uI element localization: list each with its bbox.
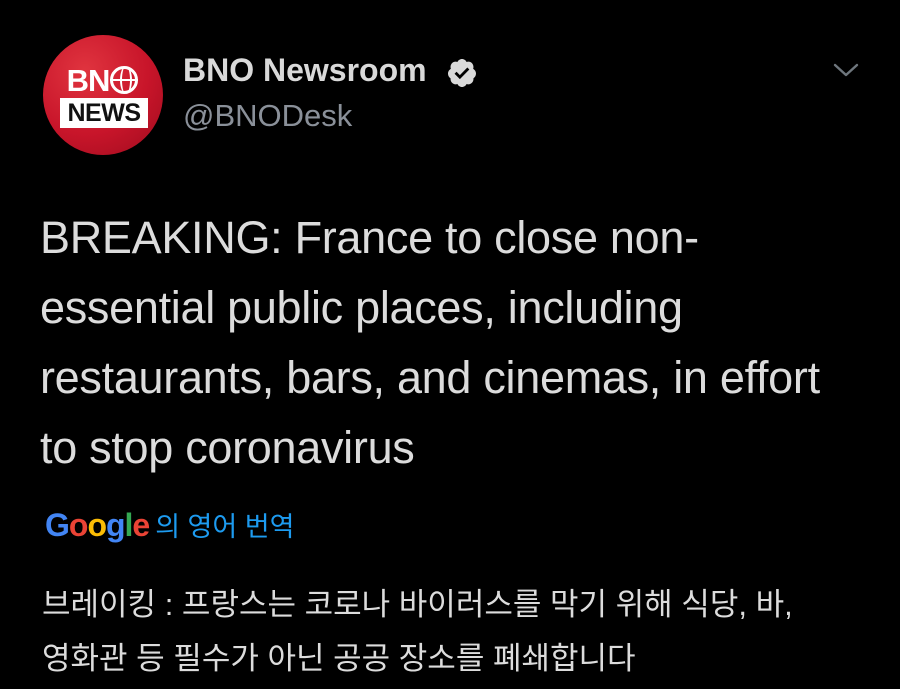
avatar-logo-bno: BN bbox=[43, 65, 163, 97]
avatar-logo-news: NEWS bbox=[60, 98, 148, 128]
tweet-text-line: to stop coronavirus bbox=[40, 422, 415, 473]
translated-text-line: 브레이킹 : 프랑스는 코로나 바이러스를 막기 위해 식당, 바, bbox=[42, 587, 793, 622]
account-handle[interactable]: @BNODesk bbox=[183, 98, 352, 134]
google-logo: Google bbox=[45, 507, 150, 543]
tweet-text-line: essential public places, including bbox=[40, 282, 683, 333]
avatar[interactable]: BN NEWS bbox=[43, 35, 163, 155]
tweet-text-line: BREAKING: France to close non- bbox=[40, 212, 699, 263]
translate-label[interactable]: 의 영어 번역 bbox=[155, 505, 294, 544]
verified-badge-icon bbox=[447, 59, 476, 87]
translated-text: 브레이킹 : 프랑스는 코로나 바이러스를 막기 위해 식당, 바, 영화관 등… bbox=[42, 578, 882, 686]
globe-icon bbox=[110, 66, 139, 94]
chevron-down-icon[interactable] bbox=[832, 60, 860, 80]
translated-text-line: 영화관 등 필수가 아닌 공공 장소를 폐쇄합니다 bbox=[42, 641, 636, 676]
tweet-text-line: restaurants, bars, and cinemas, in effor… bbox=[40, 352, 820, 403]
tweet-text: BREAKING: France to close non- essential… bbox=[40, 203, 880, 483]
translate-link[interactable]: Google 의 영어 번역 bbox=[45, 505, 294, 545]
display-name[interactable]: BNO Newsroom bbox=[183, 52, 427, 89]
tweet-card: BN NEWS BNO Newsroom @BNODesk BREAKING: … bbox=[0, 0, 900, 689]
